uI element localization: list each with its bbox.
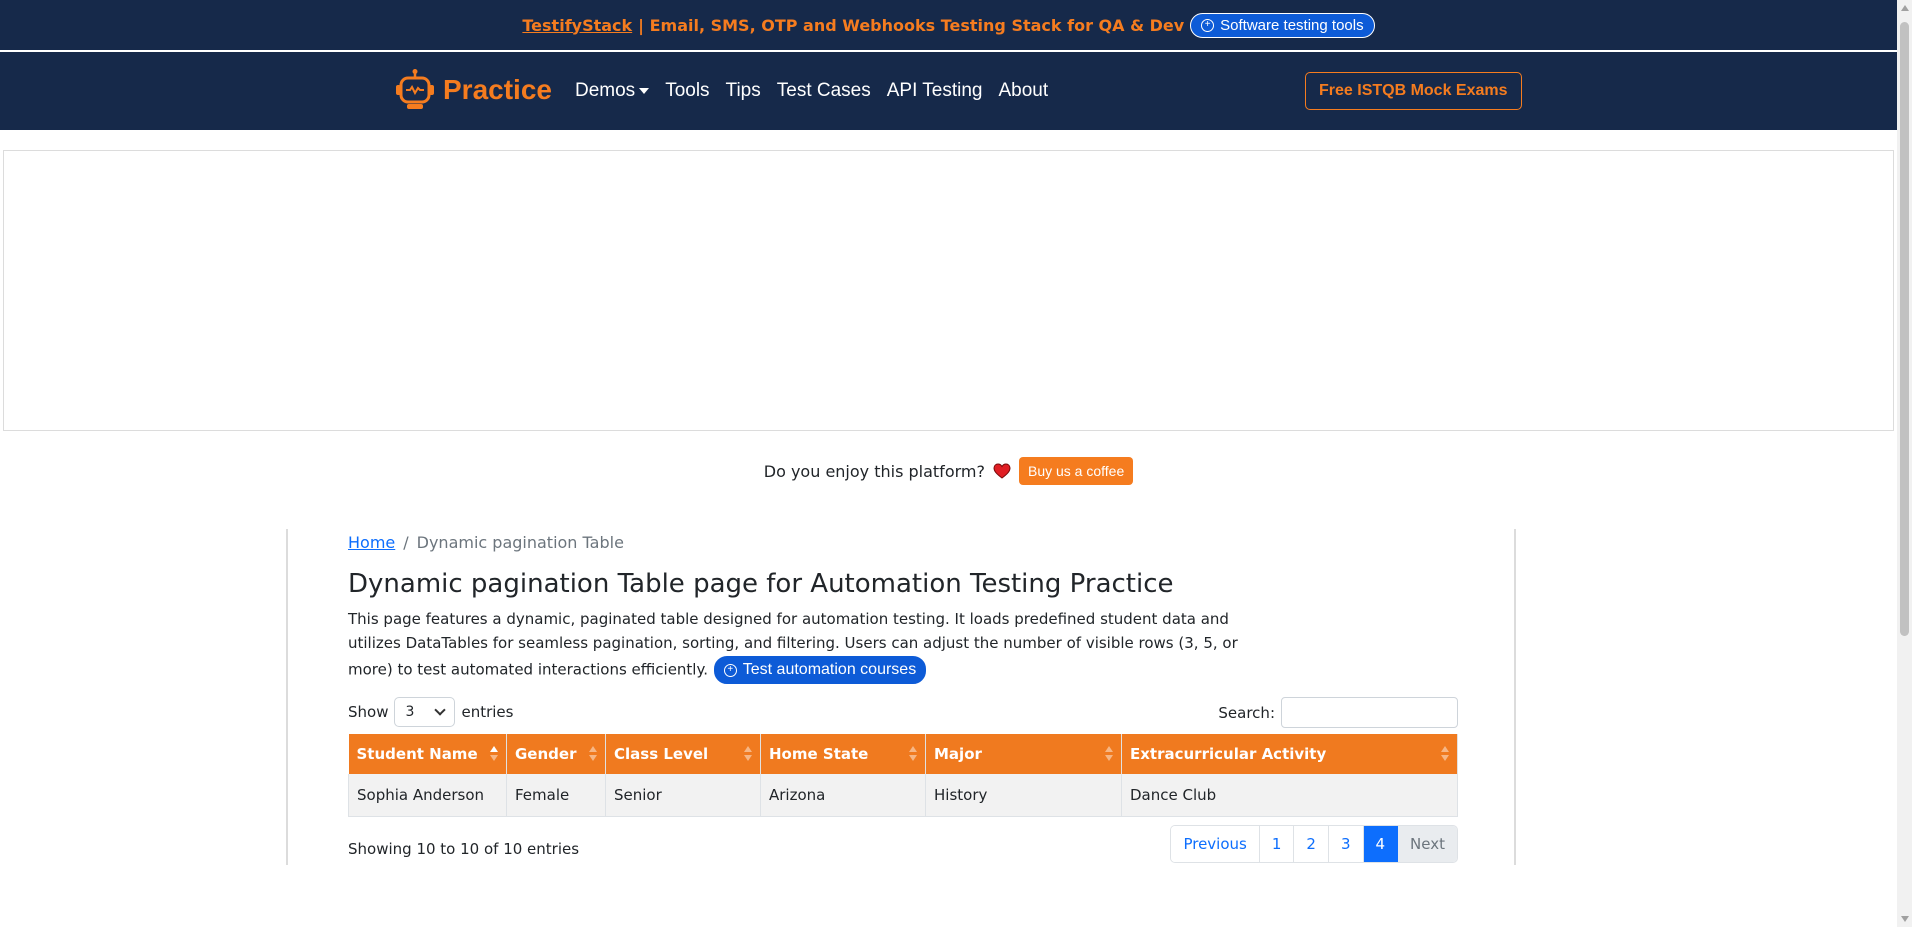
entries-label: entries [461,703,514,721]
enjoy-question: Do you enjoy this platform? [763,461,985,481]
plus-circle-icon: + [1201,18,1215,32]
nav-demos[interactable]: Demos [575,80,650,102]
cell-gender: Female [506,774,606,817]
header-extracurricular-activity[interactable]: Extracurricular Activity [1121,734,1458,774]
show-label: Show [348,703,389,721]
chevron-down-icon [434,704,447,716]
pagination-page-4[interactable]: 4 [1363,826,1399,862]
main-navbar: Practice Demos Tools Tips Test Cases API… [0,52,1897,130]
pagination: Previous 1 2 3 4 Next [1170,825,1458,863]
search-label: Search: [1218,703,1275,722]
scroll-up-arrow-icon[interactable] [1901,5,1909,11]
search-input[interactable] [1281,697,1458,728]
cell-home-state: Arizona [760,774,926,817]
software-testing-tools-button[interactable]: + Software testing tools [1190,12,1375,38]
ad-banner [3,150,1894,431]
header-label: Extracurricular Activity [1130,745,1327,763]
page-size-select[interactable]: 3 [394,697,456,727]
nav-links: Demos Tools Tips Test Cases API Testing … [575,52,1048,130]
page-description: This page features a dynamic, paginated … [348,607,1248,685]
header-label: Student Name [356,745,478,763]
header-gender[interactable]: Gender [506,734,606,774]
content-container: Home / Dynamic pagination Table Dynamic … [286,529,1516,865]
pagination-previous[interactable]: Previous [1171,826,1260,862]
scrollbar-thumb[interactable] [1900,22,1909,636]
sort-icon [909,746,917,762]
nav-test-cases[interactable]: Test Cases [777,80,871,102]
breadcrumb-current: Dynamic pagination Table [416,533,624,552]
pagination-page-3[interactable]: 3 [1328,826,1364,862]
table-info: Showing 10 to 10 of 10 entries [348,840,580,858]
sort-icon [1441,746,1449,762]
practice-logo[interactable]: Practice [393,68,552,112]
cell-extracurricular-activity: Dance Club [1121,774,1458,817]
header-class-level[interactable]: Class Level [605,734,761,774]
page-size-control: Show 3 entries [348,697,513,727]
testifystack-link[interactable]: TestifyStack [522,16,632,35]
breadcrumb-separator: / [403,533,409,552]
header-student-name[interactable]: Student Name [348,734,507,774]
page-size-value: 3 [405,704,415,720]
table-row: Sophia Anderson Female Senior Arizona Hi… [348,774,1458,817]
sort-icon [589,746,597,762]
nav-api-testing[interactable]: API Testing [887,80,983,102]
sort-icon [1105,746,1113,762]
table-search: Search: [1218,697,1458,728]
robot-logo-icon [396,69,434,109]
sort-asc-icon [490,746,498,762]
cell-class-level: Senior [605,774,761,817]
header-label: Major [934,745,982,763]
page-scrollbar[interactable] [1897,0,1912,927]
breadcrumb: Home / Dynamic pagination Table [348,533,624,552]
buy-coffee-button[interactable]: Buy us a coffee [1018,457,1134,485]
pagination-next: Next [1398,826,1457,862]
announcement-bar: TestifyStack | Email, SMS, OTP and Webho… [0,0,1897,52]
sort-icon [744,746,752,762]
header-label: Class Level [614,745,709,763]
enjoy-row: Do you enjoy this platform? Buy us a cof… [0,455,1897,487]
header-label: Gender [515,745,577,763]
cell-major: History [925,774,1122,817]
logo-text: Practice [443,74,552,105]
plus-circle-icon: + [723,663,737,677]
software-testing-tools-label: Software testing tools [1220,16,1364,34]
students-table: Student Name Gender Class Level Home Sta… [348,734,1458,817]
cell-student-name: Sophia Anderson [348,774,507,817]
nav-demos-label: Demos [575,80,636,101]
header-home-state[interactable]: Home State [760,734,926,774]
breadcrumb-home[interactable]: Home [348,533,395,552]
header-label: Home State [769,745,869,763]
nav-about[interactable]: About [999,80,1049,102]
nav-tools[interactable]: Tools [665,80,709,102]
test-automation-courses-label: Test automation courses [742,661,917,678]
page-title: Dynamic pagination Table page for Automa… [348,569,1174,599]
announcement-text: | Email, SMS, OTP and Webhooks Testing S… [638,15,1185,35]
header-major[interactable]: Major [925,734,1122,774]
istqb-mock-exams-button[interactable]: Free ISTQB Mock Exams [1305,72,1522,110]
test-automation-courses-button[interactable]: + Test automation courses [712,655,928,685]
pagination-page-1[interactable]: 1 [1259,826,1295,862]
caret-down-icon [639,87,650,94]
pagination-page-2[interactable]: 2 [1294,826,1329,862]
nav-tips[interactable]: Tips [726,80,761,102]
scroll-down-arrow-icon[interactable] [1901,916,1909,922]
heart-icon [993,463,1011,479]
table-header-row: Student Name Gender Class Level Home Sta… [348,734,1458,774]
